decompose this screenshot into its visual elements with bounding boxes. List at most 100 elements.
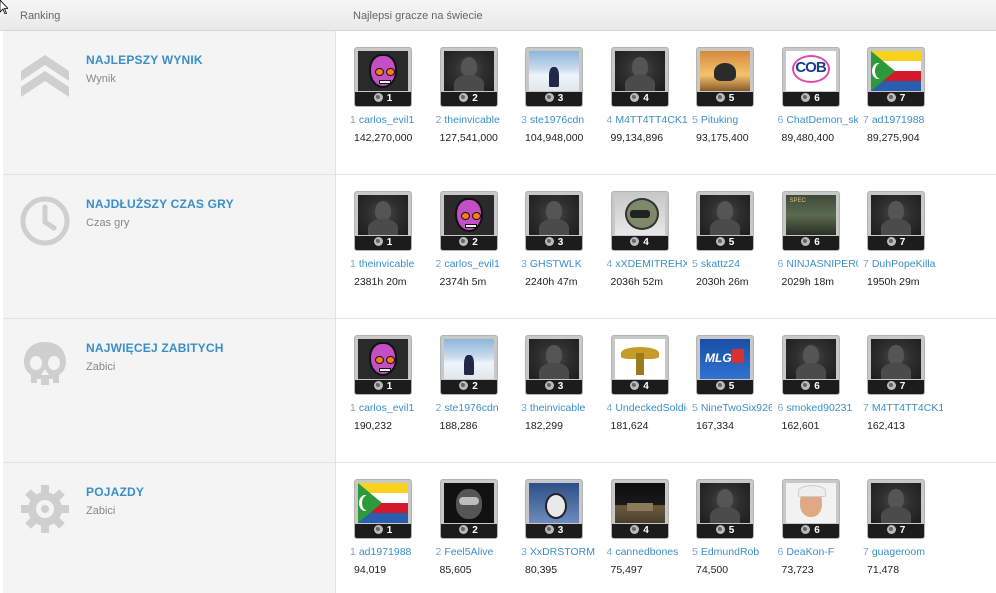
player-name-link[interactable]: 6NINJASNIPER00: [778, 258, 858, 270]
player-avatar-frame[interactable]: 3: [525, 479, 583, 539]
player-name[interactable]: Feel5Alive: [444, 546, 493, 558]
player-name[interactable]: M4TT4TT4CK1: [872, 402, 943, 414]
avatar[interactable]: [700, 51, 750, 91]
avatar[interactable]: [358, 51, 408, 91]
player-name-link[interactable]: 5 Pituking: [692, 114, 772, 126]
player-name[interactable]: carlos_evil1: [444, 258, 499, 270]
player-name[interactable]: theinvicable: [444, 114, 499, 126]
avatar[interactable]: [785, 195, 836, 235]
player-name[interactable]: NINJASNIPER00: [786, 258, 857, 270]
player-name-link[interactable]: 6 ChatDemon_sky: [778, 114, 858, 126]
player-name-link[interactable]: 3 GHSTWLK: [521, 258, 601, 270]
avatar[interactable]: [871, 51, 921, 91]
player-avatar-frame[interactable]: 1: [354, 479, 412, 539]
player-name[interactable]: ChatDemon_sky: [786, 114, 857, 126]
avatar[interactable]: [614, 339, 665, 379]
player-name-link[interactable]: 2 theinvicable: [436, 114, 516, 126]
player-name[interactable]: carlos_evil1: [359, 402, 414, 414]
player-name[interactable]: guageroom: [872, 546, 925, 558]
player-avatar-frame[interactable]: 2: [439, 335, 498, 395]
player-name-link[interactable]: 2 Feel5Alive: [436, 546, 516, 558]
player-name-link[interactable]: 3 theinvicable: [521, 402, 601, 414]
player-avatar-frame[interactable]: 1: [354, 335, 412, 395]
player-name[interactable]: EdmundRob: [701, 546, 759, 558]
player-avatar-frame[interactable]: 4: [610, 191, 669, 251]
player-name-link[interactable]: 6 smoked90231: [778, 402, 858, 414]
avatar[interactable]: [614, 195, 665, 235]
player-avatar-frame[interactable]: MLG 5: [696, 335, 754, 395]
player-avatar-frame[interactable]: 2: [439, 191, 498, 251]
avatar[interactable]: [614, 51, 665, 91]
player-name[interactable]: theinvicable: [359, 258, 414, 270]
avatar[interactable]: [700, 483, 750, 523]
player-name[interactable]: xXDEMITREHXx: [615, 258, 686, 270]
avatar[interactable]: [871, 195, 921, 235]
player-name[interactable]: cannedbones: [615, 546, 678, 558]
player-avatar-frame[interactable]: 7: [867, 479, 925, 539]
player-name[interactable]: skattz24: [701, 258, 740, 270]
player-name-link[interactable]: 1 carlos_evil1: [350, 114, 430, 126]
avatar[interactable]: [443, 51, 494, 91]
player-avatar-frame[interactable]: 4: [610, 479, 669, 539]
player-name[interactable]: DuhPopeKilla: [872, 258, 936, 270]
avatar[interactable]: [529, 195, 579, 235]
avatar[interactable]: [358, 195, 408, 235]
player-name[interactable]: carlos_evil1: [359, 114, 414, 126]
avatar[interactable]: [785, 483, 836, 523]
player-name[interactable]: ste1976cdn: [444, 402, 498, 414]
player-avatar-frame[interactable]: 3: [525, 191, 583, 251]
player-avatar-frame[interactable]: 6: [781, 335, 840, 395]
player-avatar-frame[interactable]: 6: [781, 479, 840, 539]
player-name-link[interactable]: 1 ad1971988: [350, 546, 430, 558]
player-avatar-frame[interactable]: 4: [610, 47, 669, 107]
player-avatar-frame[interactable]: 5: [696, 479, 754, 539]
player-name-link[interactable]: 7 DuhPopeKilla: [863, 258, 943, 270]
avatar[interactable]: [871, 339, 921, 379]
player-name-link[interactable]: 4xXDEMITREHXx: [607, 258, 687, 270]
avatar[interactable]: [871, 483, 921, 523]
player-name-link[interactable]: 2 ste1976cdn: [436, 402, 516, 414]
player-name[interactable]: ad1971988: [359, 546, 412, 558]
category-title[interactable]: NAJLEPSZY WYNIK: [86, 53, 203, 67]
player-name-link[interactable]: 7 M4TT4TT4CK1: [863, 402, 943, 414]
avatar[interactable]: [443, 339, 494, 379]
player-avatar-frame[interactable]: 1: [354, 191, 412, 251]
player-name[interactable]: XxDRSTORM: [530, 546, 595, 558]
player-name[interactable]: UndeckedSoldier: [615, 402, 686, 414]
player-name-link[interactable]: 4 M4TT4TT4CK1: [607, 114, 687, 126]
player-name-link[interactable]: 3 XxDRSTORM: [521, 546, 601, 558]
player-avatar-frame[interactable]: 1: [354, 47, 412, 107]
avatar[interactable]: MLG: [700, 339, 750, 379]
player-name-link[interactable]: 6 DeaKon-F: [778, 546, 858, 558]
player-name-link[interactable]: 1 theinvicable: [350, 258, 430, 270]
player-avatar-frame[interactable]: 7: [867, 335, 925, 395]
player-name[interactable]: theinvicable: [530, 402, 585, 414]
player-avatar-frame[interactable]: COB 6: [781, 47, 840, 107]
player-avatar-frame[interactable]: 4: [610, 335, 669, 395]
avatar[interactable]: [358, 339, 408, 379]
avatar[interactable]: [529, 339, 579, 379]
avatar[interactable]: [358, 483, 408, 523]
player-name[interactable]: Pituking: [701, 114, 738, 126]
avatar[interactable]: [614, 483, 665, 523]
player-name-link[interactable]: 1 carlos_evil1: [350, 402, 430, 414]
category-title[interactable]: NAJWIĘCEJ ZABITYCH: [86, 341, 224, 355]
player-avatar-frame[interactable]: 7: [867, 191, 925, 251]
player-avatar-frame[interactable]: 7: [867, 47, 925, 107]
player-name-link[interactable]: 3 ste1976cdn: [521, 114, 601, 126]
avatar[interactable]: [443, 483, 494, 523]
category-title[interactable]: POJAZDY: [86, 485, 144, 499]
avatar[interactable]: [443, 195, 494, 235]
player-avatar-frame[interactable]: 6: [781, 191, 840, 251]
player-avatar-frame[interactable]: 5: [696, 191, 754, 251]
player-name-link[interactable]: 4UndeckedSoldier: [607, 402, 687, 414]
player-avatar-frame[interactable]: 3: [525, 335, 583, 395]
player-name-link[interactable]: 5 skattz24: [692, 258, 772, 270]
avatar[interactable]: [529, 51, 579, 91]
player-avatar-frame[interactable]: 5: [696, 47, 754, 107]
avatar[interactable]: [529, 483, 579, 523]
player-name-link[interactable]: 4 cannedbones: [607, 546, 687, 558]
player-name-link[interactable]: 7 ad1971988: [863, 114, 943, 126]
player-name[interactable]: ste1976cdn: [530, 114, 584, 126]
player-name[interactable]: smoked90231: [786, 402, 852, 414]
